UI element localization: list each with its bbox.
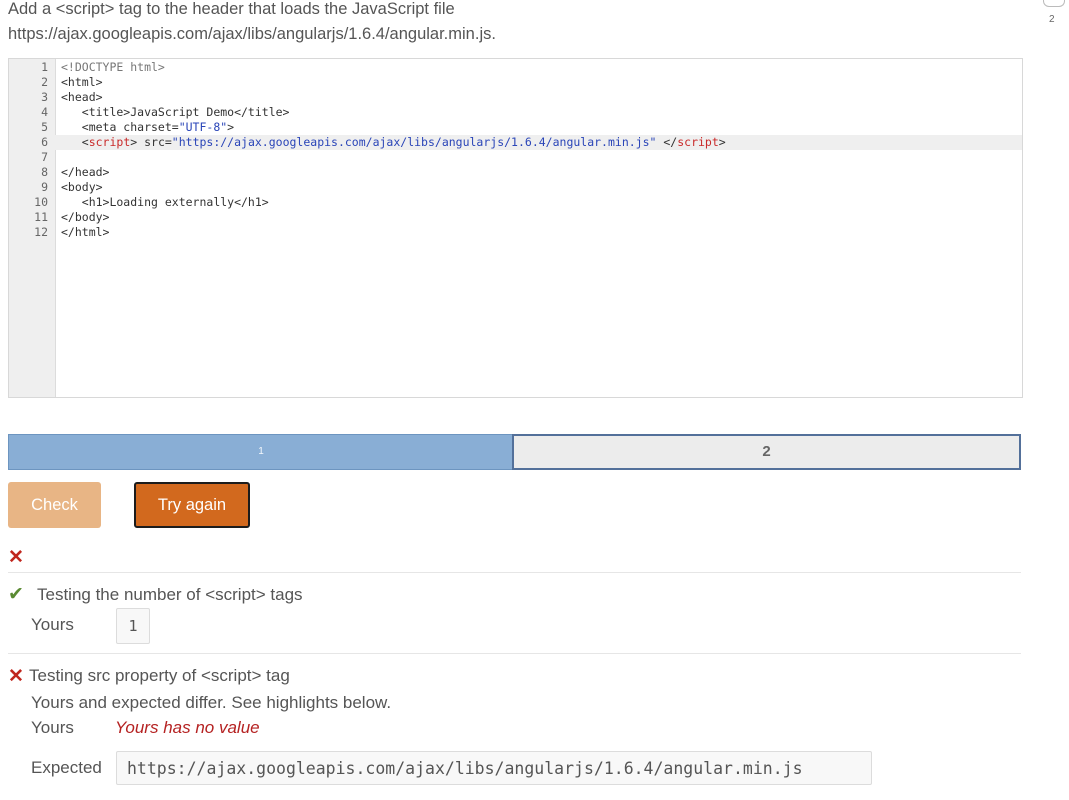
code-text[interactable]: </html>: [61, 225, 109, 240]
instruction-line-1: Add a <script> tag to the header that lo…: [8, 0, 455, 18]
code-token: </head>: [61, 165, 110, 179]
code-line[interactable]: 8 </head>: [9, 165, 1022, 180]
test2-message: Yours and expected differ. See highlight…: [31, 693, 392, 712]
code-token: <head>: [61, 90, 103, 104]
tab-shape-icon[interactable]: [1043, 0, 1065, 7]
line-number: 2: [41, 75, 48, 89]
code-token: </: [656, 135, 678, 149]
code-text[interactable]: <body>: [61, 180, 103, 195]
line-number: 1: [41, 60, 48, 74]
test1-title: Testing the number of <script> tags: [37, 585, 303, 604]
code-line[interactable]: 4 <title>JavaScript Demo</title>: [9, 105, 1022, 120]
code-line[interactable]: 7: [9, 150, 1022, 165]
code-token: <body>: [61, 180, 103, 194]
test1-yours-value: 1: [116, 608, 150, 644]
code-token: > src=: [130, 135, 172, 149]
code-token: <h1>Loading externally</h1>: [61, 195, 269, 209]
corner-number: 2: [1049, 14, 1055, 25]
test1-yours-label: Yours: [31, 615, 74, 634]
step-2-current[interactable]: 2: [512, 434, 1021, 470]
test2-title: Testing src property of <script> tag: [29, 666, 290, 685]
check-button[interactable]: Check: [8, 482, 101, 528]
code-token: >: [227, 120, 235, 134]
code-line[interactable]: 3 <head>: [9, 90, 1022, 105]
code-token: </body>: [61, 210, 110, 224]
line-number: 11: [34, 210, 48, 224]
code-text[interactable]: <script> src="https://ajax.googleapis.co…: [61, 135, 726, 150]
progress-steps: 1 2: [8, 434, 1021, 470]
line-number: 8: [41, 165, 48, 179]
code-text[interactable]: </head>: [61, 165, 109, 180]
code-token: <meta charset=: [61, 120, 179, 134]
code-line[interactable]: 6 <script> src="https://ajax.googleapis.…: [9, 135, 1022, 150]
code-token: >: [718, 135, 726, 149]
code-text[interactable]: <!DOCTYPE html>: [61, 60, 165, 75]
code-token: "https://ajax.googleapis.com/ajax/libs/a…: [171, 135, 657, 149]
code-line[interactable]: 12 </html>: [9, 225, 1022, 240]
code-editor[interactable]: 1 <!DOCTYPE html> 2 <html> 3 <head> 4 <title>J…: [8, 58, 1023, 398]
code-line[interactable]: 2 <html>: [9, 75, 1022, 90]
code-line[interactable]: 11 </body>: [9, 210, 1022, 225]
step-1[interactable]: 1: [8, 434, 514, 470]
test2-expected-value: https://ajax.googleapis.com/ajax/libs/an…: [116, 751, 872, 785]
code-token: script: [88, 135, 131, 149]
fail-x-icon: ✕: [8, 547, 24, 568]
code-lines[interactable]: 1 <!DOCTYPE html> 2 <html> 3 <head> 4 <title>J…: [9, 60, 1022, 240]
code-token: <: [61, 135, 89, 149]
test2-expected-label: Expected: [31, 758, 102, 777]
line-number: 10: [34, 195, 48, 209]
line-number: 12: [34, 225, 48, 239]
code-text[interactable]: <h1>Loading externally</h1>: [61, 195, 269, 210]
test2-yours-value: Yours has no value: [115, 718, 260, 737]
code-token: </html>: [61, 225, 110, 239]
test2-yours-label: Yours: [31, 718, 74, 737]
code-token: <title>JavaScript Demo</title>: [61, 105, 290, 119]
divider: [8, 572, 1021, 573]
pass-check-icon: ✔: [8, 584, 24, 605]
line-number: 9: [41, 180, 48, 194]
line-number: 6: [41, 135, 48, 149]
line-number: 3: [41, 90, 48, 104]
line-number: 5: [41, 120, 48, 134]
code-text[interactable]: <html>: [61, 75, 103, 90]
fail-x-icon: ✕: [8, 666, 24, 687]
divider: [8, 653, 1021, 654]
instruction-line-2: https://ajax.googleapis.com/ajax/libs/an…: [8, 25, 496, 43]
try-again-button[interactable]: Try again: [134, 482, 250, 528]
code-text[interactable]: <meta charset="UTF-8">: [61, 120, 234, 135]
code-token: "UTF-8": [178, 120, 228, 134]
code-token: <!DOCTYPE html>: [61, 60, 165, 74]
code-line[interactable]: 5 <meta charset="UTF-8">: [9, 120, 1022, 135]
code-line[interactable]: 10 <h1>Loading externally</h1>: [9, 195, 1022, 210]
code-line[interactable]: 1 <!DOCTYPE html>: [9, 60, 1022, 75]
code-line[interactable]: 9 <body>: [9, 180, 1022, 195]
line-number: 7: [41, 150, 48, 164]
code-text[interactable]: <title>JavaScript Demo</title>: [61, 105, 290, 120]
code-text[interactable]: <head>: [61, 90, 103, 105]
code-token: script: [677, 135, 719, 149]
code-text[interactable]: </body>: [61, 210, 109, 225]
code-token: <html>: [61, 75, 103, 89]
line-number: 4: [41, 105, 48, 119]
task-instructions: Add a <script> tag to the header that lo…: [8, 0, 1008, 47]
